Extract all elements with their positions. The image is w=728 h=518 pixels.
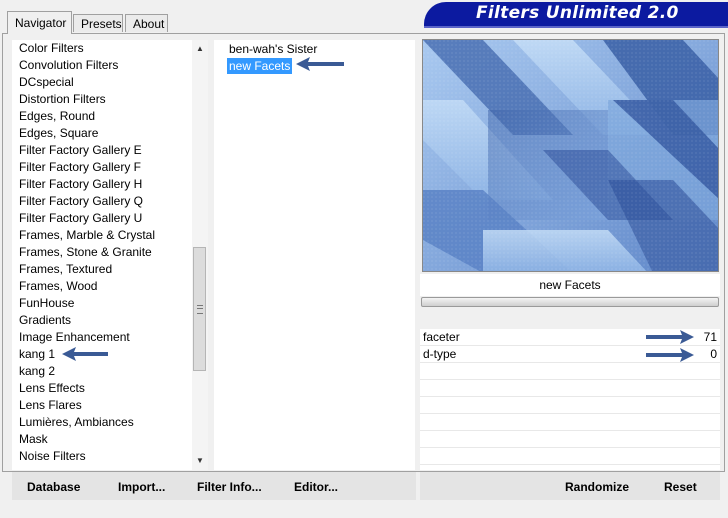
- list-item[interactable]: kang 1: [19, 346, 55, 363]
- param-value[interactable]: 71: [704, 329, 717, 346]
- list-item[interactable]: Lumières, Ambiances: [19, 414, 134, 431]
- list-item[interactable]: kang 2: [19, 363, 55, 380]
- import-button[interactable]: Import...: [118, 472, 165, 500]
- list-item[interactable]: DCspecial: [19, 74, 74, 91]
- list-item[interactable]: Edges, Round: [19, 108, 95, 125]
- list-item[interactable]: Convolution Filters: [19, 57, 118, 74]
- grip-icon: [197, 305, 203, 314]
- reset-button[interactable]: Reset: [664, 472, 697, 500]
- param-name: faceter: [423, 330, 460, 344]
- filter-preview: [422, 39, 719, 272]
- list-item[interactable]: Gradients: [19, 312, 71, 329]
- list-item[interactable]: Filter Factory Gallery U: [19, 210, 142, 227]
- list-item[interactable]: Frames, Marble & Crystal: [19, 227, 155, 244]
- param-row-empty: [420, 448, 720, 465]
- list-item[interactable]: ben-wah's Sister: [227, 41, 319, 57]
- list-item[interactable]: Frames, Stone & Granite: [19, 244, 152, 261]
- param-row-empty: [420, 397, 720, 414]
- param-name: d-type: [423, 347, 457, 361]
- list-item[interactable]: Lens Effects: [19, 380, 85, 397]
- tab-presets[interactable]: Presets: [73, 14, 123, 32]
- annotation-arrow-icon: [646, 330, 694, 344]
- list-item[interactable]: Lens Flares: [19, 397, 82, 414]
- list-item[interactable]: Frames, Wood: [19, 278, 97, 295]
- list-item[interactable]: Distortion Filters: [19, 91, 106, 108]
- param-row-empty: [420, 431, 720, 448]
- category-scrollbar[interactable]: ▲ ▼: [192, 40, 208, 470]
- list-item[interactable]: Mask: [19, 431, 48, 448]
- param-value[interactable]: 0: [710, 346, 717, 363]
- param-row-empty: [420, 380, 720, 397]
- filter-info-button[interactable]: Filter Info...: [197, 472, 262, 500]
- category-list: Color Filters Convolution Filters DCspecia…: [12, 40, 192, 470]
- annotation-arrow-icon: [296, 57, 344, 71]
- annotation-arrow-icon: [646, 348, 694, 362]
- editor-button[interactable]: Editor...: [294, 472, 338, 500]
- app-title: Filters Unlimited 2.0: [476, 3, 679, 23]
- param-row-empty: [420, 363, 720, 380]
- list-item[interactable]: Filter Factory Gallery F: [19, 159, 141, 176]
- tab-navigator[interactable]: Navigator: [7, 11, 72, 34]
- database-button[interactable]: Database: [27, 472, 80, 500]
- scroll-up-arrow-icon[interactable]: ▲: [192, 42, 208, 56]
- progress-bar: [421, 297, 719, 307]
- list-item[interactable]: Filter Factory Gallery H: [19, 176, 142, 193]
- preview-image: [423, 40, 718, 271]
- annotation-arrow-icon: [62, 347, 108, 361]
- list-item[interactable]: Filter Factory Gallery E: [19, 142, 142, 159]
- right-button-bar: Randomize Reset: [420, 472, 720, 500]
- filter-name-box: new Facets: [420, 274, 720, 296]
- list-item-selected[interactable]: new Facets: [227, 58, 293, 74]
- list-item[interactable]: Noise Filters: [19, 448, 86, 465]
- list-item[interactable]: Edges, Square: [19, 125, 98, 142]
- list-item[interactable]: FunHouse: [19, 295, 74, 312]
- filter-name-label: new Facets: [539, 278, 601, 292]
- scroll-thumb[interactable]: [193, 247, 206, 371]
- left-button-bar: Database Import... Filter Info... Editor…: [12, 472, 416, 500]
- tab-about[interactable]: About: [125, 14, 168, 32]
- list-item[interactable]: Filter Factory Gallery Q: [19, 193, 143, 210]
- list-item[interactable]: Image Enhancement: [19, 329, 130, 346]
- list-item[interactable]: Frames, Textured: [19, 261, 112, 278]
- filter-list: ben-wah's Sister new Facets: [214, 40, 415, 470]
- scroll-down-arrow-icon[interactable]: ▼: [192, 454, 208, 468]
- param-row-empty: [420, 414, 720, 431]
- list-item[interactable]: Color Filters: [19, 40, 84, 57]
- randomize-button[interactable]: Randomize: [565, 472, 629, 500]
